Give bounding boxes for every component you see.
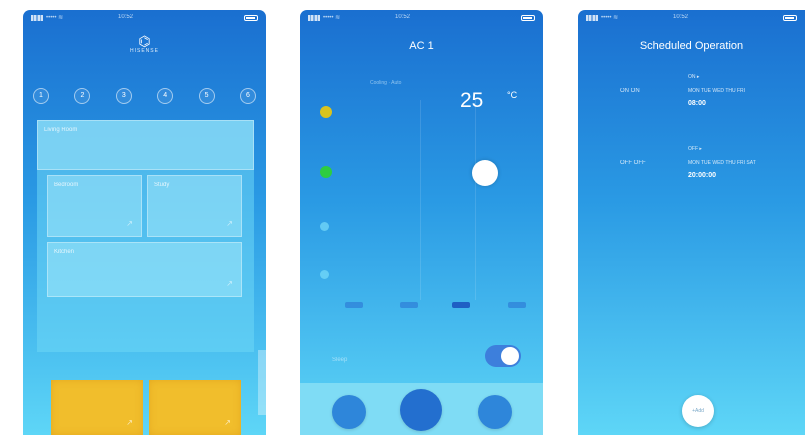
signal-icon bbox=[586, 15, 598, 21]
device-tile[interactable]: ↗ bbox=[51, 380, 143, 435]
arrow-icon: ↗ bbox=[126, 418, 133, 427]
phone-ac-control: ••••• ≋ 10:52 AC 1 Cooling · Auto 25 °C … bbox=[300, 10, 543, 435]
room-tab-2[interactable]: 2 bbox=[74, 88, 91, 104]
schedule-time: 08:00 bbox=[688, 100, 706, 107]
logo-wordmark: HISENSE bbox=[130, 48, 159, 54]
carrier-text: ••••• ≋ bbox=[323, 15, 341, 21]
zone-name: Bedroom bbox=[54, 182, 79, 188]
zone-name: Living Room bbox=[44, 127, 78, 133]
brand-logo: ⌬ HISENSE bbox=[23, 34, 266, 54]
battery-icon bbox=[244, 15, 258, 21]
schedule-days: MON TUE WED THU FRI SAT bbox=[688, 160, 756, 166]
schedule-time: 20:00:00 bbox=[688, 172, 717, 179]
page-title: AC 1 bbox=[409, 40, 434, 52]
add-schedule-button[interactable]: +Add bbox=[682, 395, 714, 427]
zone-tile[interactable]: Kitchen ↗ bbox=[47, 242, 242, 297]
status-time: 10:52 bbox=[118, 14, 134, 20]
carrier-text: ••••• ≋ bbox=[601, 15, 619, 21]
status-bar: ••••• ≋ 10:52 bbox=[300, 10, 543, 26]
zone-name: Study bbox=[154, 182, 170, 188]
mode-button[interactable] bbox=[332, 395, 366, 429]
logo-mark-icon: ⌬ bbox=[138, 33, 151, 49]
temperature-value: 25 bbox=[460, 89, 484, 112]
device-tiles: ↗ ↗ bbox=[51, 380, 241, 435]
status-bar: ••••• ≋ 10:52 bbox=[578, 10, 805, 26]
bottom-bar bbox=[300, 383, 543, 435]
schedule-label: OFF ▸ bbox=[688, 146, 702, 152]
status-time: 10:52 bbox=[395, 14, 411, 20]
fan-speed-1[interactable] bbox=[345, 302, 363, 308]
schedule-state: ON ON bbox=[620, 88, 640, 94]
carrier-text: ••••• ≋ bbox=[46, 15, 64, 21]
room-tab-6[interactable]: 6 bbox=[239, 88, 256, 104]
room-tab-3[interactable]: 3 bbox=[115, 88, 132, 104]
room-tab-4[interactable]: 4 bbox=[157, 88, 174, 104]
fan-speed-2[interactable] bbox=[400, 302, 418, 308]
zone-tile[interactable]: Living Room bbox=[37, 120, 254, 170]
temperature-knob[interactable] bbox=[472, 160, 498, 186]
device-tile[interactable]: ↗ bbox=[149, 380, 241, 435]
schedule-days: MON TUE WED THU FRI bbox=[688, 88, 746, 94]
phone-schedule: ••••• ≋ 10:52 Scheduled Operation ON ON … bbox=[578, 10, 805, 435]
mode-indicator-cool[interactable] bbox=[320, 166, 332, 178]
fan-speed-3[interactable] bbox=[452, 302, 470, 308]
schedule-label: ON ▸ bbox=[688, 74, 700, 80]
signal-icon bbox=[31, 15, 43, 21]
toggle-thumb bbox=[501, 347, 519, 365]
scroll-edge bbox=[258, 350, 266, 415]
sleep-label: Sleep bbox=[332, 357, 348, 363]
room-tabs: 1 2 3 4 5 6 bbox=[33, 88, 256, 104]
power-button[interactable] bbox=[400, 389, 442, 431]
zone-name: Kitchen bbox=[54, 249, 75, 255]
temperature-unit: °C bbox=[507, 90, 518, 100]
arrow-icon: ↗ bbox=[126, 219, 133, 228]
arrow-icon: ↗ bbox=[224, 418, 231, 427]
battery-icon bbox=[783, 15, 797, 21]
zone-tile[interactable]: Bedroom ↗ bbox=[47, 175, 142, 237]
status-bar: ••••• ≋ 10:52 bbox=[23, 10, 266, 26]
schedule-state: OFF OFF bbox=[620, 160, 646, 166]
phone-home-screen: ••••• ≋ 10:52 ⌬ HISENSE 1 2 3 4 5 6 Livi… bbox=[23, 10, 266, 435]
sleep-toggle[interactable] bbox=[485, 345, 521, 367]
grid-line bbox=[475, 100, 476, 300]
mode-indicator-fan[interactable] bbox=[320, 270, 329, 279]
mode-caption: Cooling · Auto bbox=[370, 80, 402, 86]
zone-tile[interactable]: Study ↗ bbox=[147, 175, 242, 237]
mode-indicator-auto[interactable] bbox=[320, 106, 332, 118]
room-tab-1[interactable]: 1 bbox=[33, 88, 49, 104]
signal-icon bbox=[308, 15, 320, 21]
fan-button[interactable] bbox=[478, 395, 512, 429]
grid-line bbox=[420, 100, 421, 300]
battery-icon bbox=[521, 15, 535, 21]
arrow-icon: ↗ bbox=[226, 219, 233, 228]
room-tab-5[interactable]: 5 bbox=[198, 88, 215, 104]
mode-indicator-dry[interactable] bbox=[320, 222, 329, 231]
page-title: Scheduled Operation bbox=[639, 40, 744, 52]
arrow-icon: ↗ bbox=[226, 279, 233, 288]
fan-speed-4[interactable] bbox=[508, 302, 526, 308]
floor-plan: Living Room Bedroom ↗ Study ↗ Kitchen ↗ bbox=[37, 120, 254, 352]
status-time: 10:52 bbox=[673, 14, 689, 20]
